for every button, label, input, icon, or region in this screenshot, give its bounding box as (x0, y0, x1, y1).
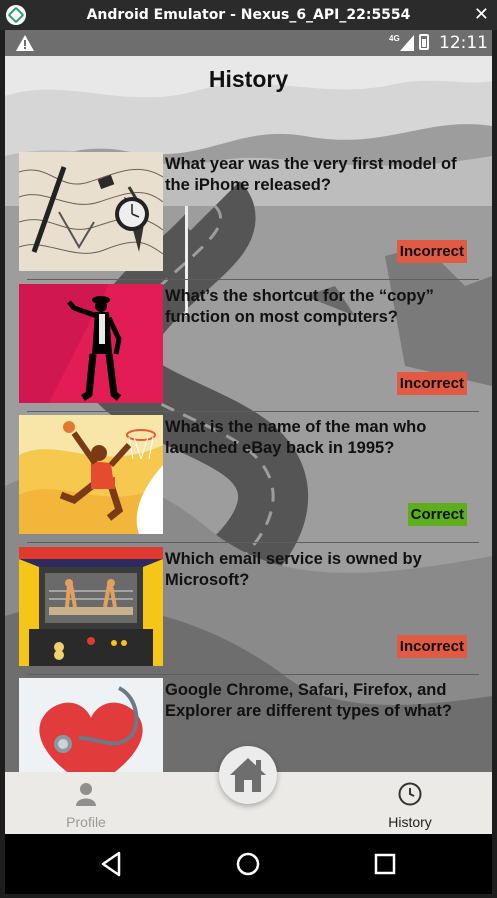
dancer-silhouette (19, 284, 163, 403)
question-text: What’s the shortcut for the “copy” funct… (165, 287, 434, 326)
nav-history[interactable]: History (350, 782, 470, 830)
system-navigation-bar (5, 834, 492, 894)
nav-profile[interactable]: Profile (26, 782, 146, 830)
device-screen: 4G 12:11 History What year was the very … (5, 30, 492, 894)
home-circle-icon[interactable] (232, 848, 264, 880)
basketball-dunk-illustration (19, 415, 163, 534)
result-badge: Incorrect (396, 635, 467, 658)
question-text: Which email service is owned by Microsof… (165, 550, 422, 589)
question-text: What is the name of the man who launched… (165, 418, 427, 457)
recents-icon[interactable] (369, 848, 401, 880)
battery-icon (419, 34, 429, 50)
question-text: What year was the very first model of th… (165, 155, 457, 194)
result-badge: Incorrect (396, 372, 467, 395)
nav-history-label: History (388, 814, 432, 830)
home-button[interactable] (219, 746, 277, 804)
divider (27, 411, 479, 412)
page-title: History (208, 66, 289, 92)
emulator-title-bar: Android Emulator - Nexus_6_API_22:5554 ✕ (0, 0, 497, 30)
result-badge: Incorrect (396, 240, 467, 263)
back-icon[interactable] (95, 848, 127, 880)
home-icon (230, 758, 266, 792)
history-card[interactable]: Which email service is owned by Microsof… (17, 547, 479, 675)
close-icon[interactable]: ✕ (474, 4, 489, 25)
divider (27, 279, 479, 280)
arcade-boxing-kangaroos (19, 547, 163, 666)
profile-icon (76, 783, 96, 806)
window-title: Android Emulator - Nexus_6_API_22:5554 (86, 7, 411, 23)
history-card[interactable]: What is the name of the man who launched… (17, 415, 479, 543)
warning-icon (16, 35, 34, 51)
result-badge: Correct (407, 503, 467, 526)
status-bar: 4G 12:11 (5, 30, 492, 56)
divider (27, 674, 479, 675)
divider (27, 542, 479, 543)
history-card[interactable]: What’s the shortcut for the “copy” funct… (17, 284, 479, 412)
map-pens-illustration (19, 152, 163, 271)
history-card[interactable]: What year was the very first model of th… (17, 152, 479, 280)
history-clock-icon (398, 782, 422, 806)
network-type: 4G (389, 34, 400, 43)
status-time: 12:11 (439, 33, 488, 53)
nav-profile-label: Profile (66, 814, 106, 830)
signal-icon (400, 35, 414, 51)
question-text: Google Chrome, Safari, Firefox, and Expl… (165, 681, 452, 720)
